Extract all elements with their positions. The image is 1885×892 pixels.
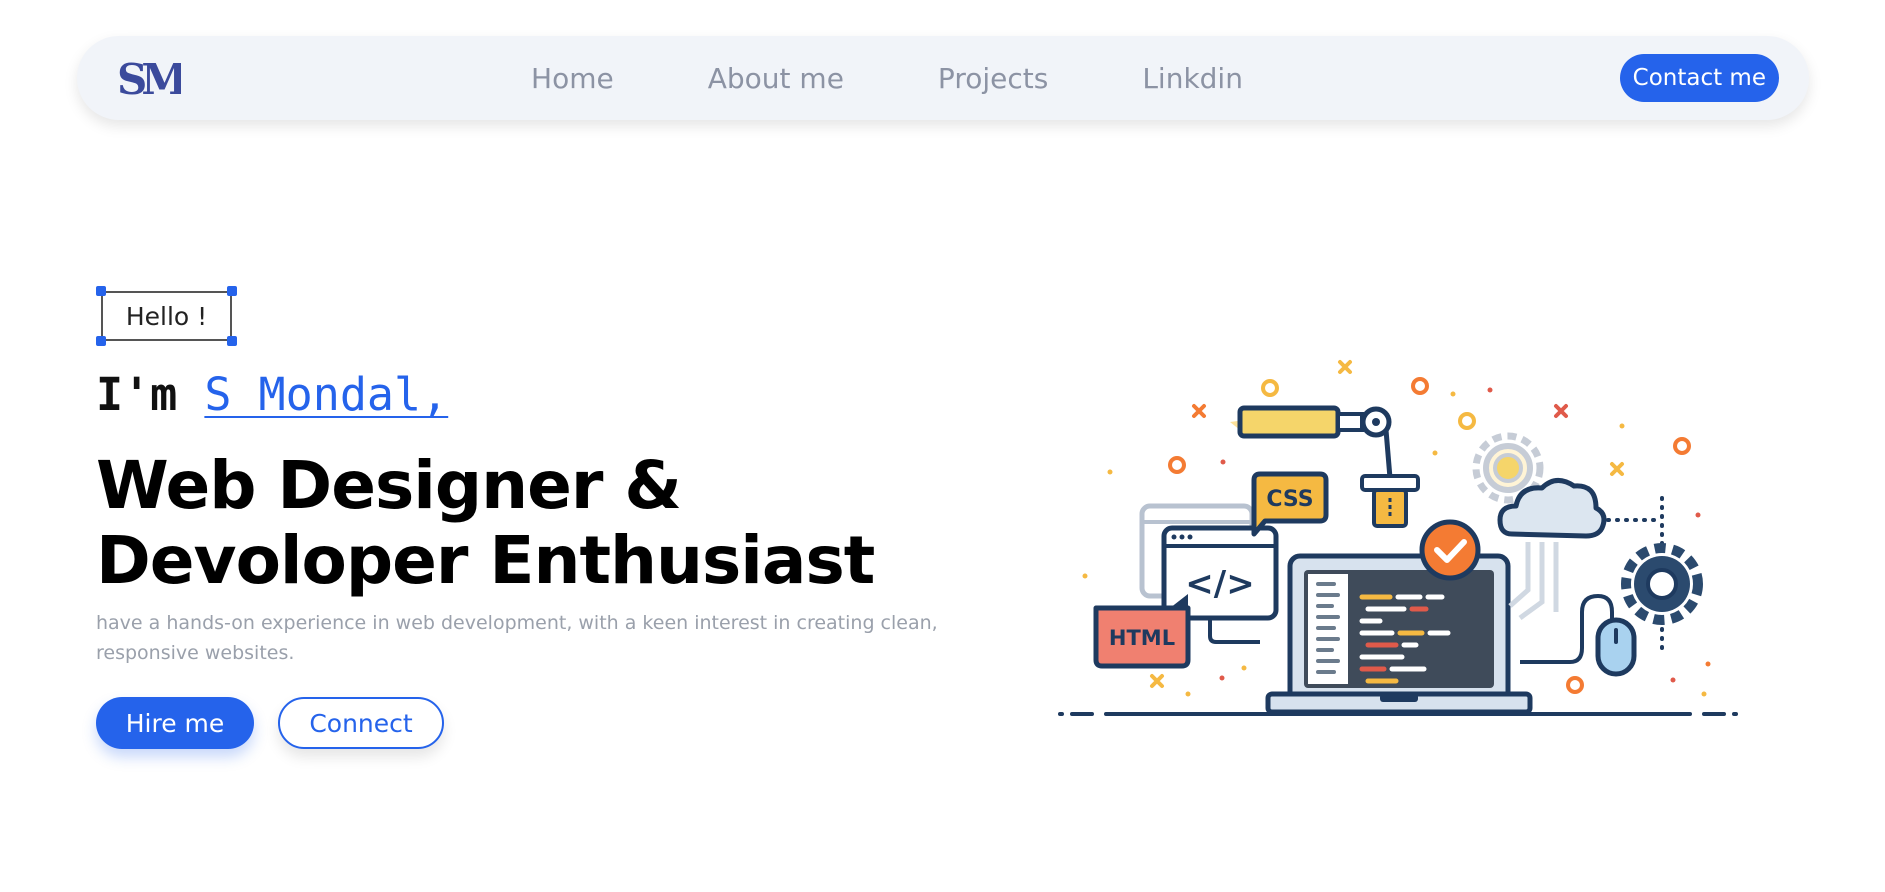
web-dev-illustration: </> CSS HTML <box>1058 360 1738 716</box>
description: have a hands-on experience in web develo… <box>96 612 938 664</box>
selection-handle-bottom-left[interactable] <box>96 336 106 346</box>
intro-line: I'm S Mondal, <box>96 368 448 421</box>
name-link[interactable]: S Mondal, <box>204 368 448 421</box>
nav-projects[interactable]: Projects <box>938 62 1048 95</box>
nav-home[interactable]: Home <box>531 62 614 95</box>
nav-links: Home About me Projects Linkdin <box>77 36 1809 120</box>
sm-logo[interactable]: SM <box>117 56 181 100</box>
html-tag-label: HTML <box>1109 626 1175 650</box>
nav-about-me[interactable]: About me <box>708 62 844 95</box>
hire-me-button[interactable]: Hire me <box>96 697 254 749</box>
gear-dark-icon <box>1621 543 1703 625</box>
greeting-text: Hello ! <box>125 301 208 331</box>
intro-prefix: I'm <box>96 368 205 421</box>
selection-handle-top-right[interactable] <box>227 286 237 296</box>
contact-me-button[interactable]: Contact me <box>1619 54 1779 102</box>
connect-button[interactable]: Connect <box>278 697 444 749</box>
css-tag-label: CSS <box>1266 487 1313 512</box>
selection-handle-bottom-right[interactable] <box>227 336 237 346</box>
selection-handle-top-left[interactable] <box>96 286 106 296</box>
nav-linkedin[interactable]: Linkdin <box>1142 62 1243 95</box>
headline-line-1: Web Designer & <box>96 447 682 524</box>
greeting-badge: Hello ! <box>96 286 237 346</box>
code-glyph: </> <box>1185 564 1254 604</box>
logo-text: SM <box>117 56 181 100</box>
laptop-icon <box>1265 553 1533 715</box>
css-tag-icon: CSS <box>1251 471 1329 537</box>
page: SM Home About me Projects Linkdin Contac… <box>0 0 1885 892</box>
headline-line-2: Devoloper Enthusiast <box>96 522 875 599</box>
check-badge-icon <box>1419 519 1481 581</box>
headline: Web Designer & Devoloper Enthusiast <box>96 447 875 599</box>
html-tag-icon: HTML <box>1093 594 1191 669</box>
navbar: SM Home About me Projects Linkdin Contac… <box>77 36 1809 120</box>
